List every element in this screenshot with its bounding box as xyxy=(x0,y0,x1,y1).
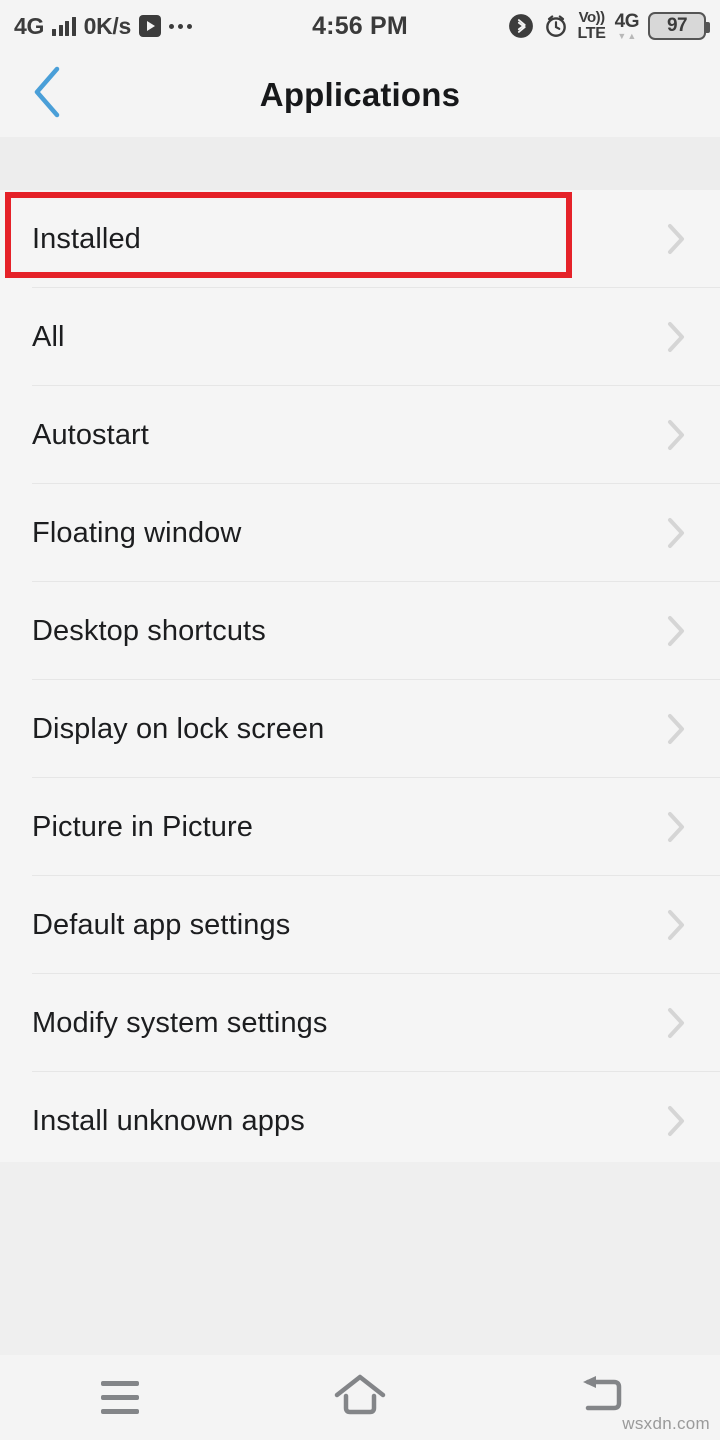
list-item-label: Picture in Picture xyxy=(32,810,253,843)
system-navigation-bar xyxy=(0,1355,720,1440)
phone-screen: 4G 0K/s 4:56 PM Vo)) LTE 4G ▼ ▲ 97 Appli… xyxy=(0,0,720,1440)
home-icon xyxy=(332,1372,388,1423)
chevron-right-icon xyxy=(664,1006,688,1040)
data-arrow-down-icon: ▼ xyxy=(617,30,627,41)
chevron-right-icon xyxy=(664,418,688,452)
chevron-right-icon xyxy=(664,1104,688,1138)
signal-bars-icon xyxy=(52,16,76,36)
status-bar-center: 4:56 PM xyxy=(312,12,408,41)
chevron-right-icon xyxy=(664,614,688,648)
list-item-installed[interactable]: Installed xyxy=(0,190,720,288)
list-item-label: Default app settings xyxy=(32,908,291,941)
data-activity-arrows-icon: ▼ ▲ xyxy=(617,30,637,41)
list-item-label: All xyxy=(32,320,65,353)
list-item-label: Display on lock screen xyxy=(32,712,325,745)
list-item-default-app-settings[interactable]: Default app settings xyxy=(0,876,720,974)
battery-icon: 97 xyxy=(648,12,711,40)
recents-button[interactable] xyxy=(0,1355,240,1440)
list-item-label: Desktop shortcuts xyxy=(32,614,266,647)
watermark-label: wsxdn.com xyxy=(622,1414,710,1433)
list-item-label: Installed xyxy=(32,222,141,255)
list-item-all[interactable]: All xyxy=(0,288,720,386)
bluetooth-icon xyxy=(508,13,534,39)
list-item-picture-in-picture[interactable]: Picture in Picture xyxy=(0,778,720,876)
status-bar: 4G 0K/s 4:56 PM Vo)) LTE 4G ▼ ▲ 97 xyxy=(0,0,720,52)
chevron-right-icon xyxy=(664,222,688,256)
battery-level-label: 97 xyxy=(666,15,688,36)
list-item-modify-system-settings[interactable]: Modify system settings xyxy=(0,974,720,1072)
section-spacer-top xyxy=(0,137,720,190)
mobile-network-indicator: 4G ▼ ▲ xyxy=(614,10,640,41)
list-item-autostart[interactable]: Autostart xyxy=(0,386,720,484)
volte-top-label: Vo)) xyxy=(578,9,606,27)
chevron-right-icon xyxy=(664,908,688,942)
list-item-install-unknown-apps[interactable]: Install unknown apps xyxy=(0,1072,720,1170)
network-type-label: 4G xyxy=(14,12,45,39)
list-item-display-on-lock-screen[interactable]: Display on lock screen xyxy=(0,680,720,778)
app-bar: Applications xyxy=(0,52,720,137)
list-item-label: Install unknown apps xyxy=(32,1104,305,1137)
more-dots-icon xyxy=(168,23,192,29)
list-item-label: Modify system settings xyxy=(32,1006,328,1039)
section-spacer-bottom xyxy=(0,1162,720,1355)
play-icon xyxy=(138,15,161,37)
list-item-label: Autostart xyxy=(32,418,149,451)
chevron-right-icon xyxy=(664,320,688,354)
chevron-right-icon xyxy=(664,810,688,844)
list-item-label: Floating window xyxy=(32,516,242,549)
data-arrow-up-icon: ▲ xyxy=(627,30,637,41)
back-return-icon xyxy=(574,1372,626,1423)
clock-label: 4:56 PM xyxy=(312,11,408,40)
volte-bottom-label: LTE xyxy=(577,24,606,42)
status-bar-right: Vo)) LTE 4G ▼ ▲ 97 xyxy=(408,9,711,42)
alarm-clock-icon xyxy=(543,13,569,39)
back-button[interactable] xyxy=(0,52,96,137)
settings-list: Installed All Autostart Floating window xyxy=(0,190,720,1170)
home-button[interactable] xyxy=(240,1355,480,1440)
data-rate-label: 0K/s xyxy=(83,12,132,39)
status-bar-left: 4G 0K/s xyxy=(14,12,312,39)
page-title: Applications xyxy=(259,75,461,113)
back-chevron-icon xyxy=(28,63,68,126)
chevron-right-icon xyxy=(664,516,688,550)
mobile-network-label: 4G xyxy=(614,10,640,32)
volte-icon: Vo)) LTE xyxy=(577,9,606,42)
chevron-right-icon xyxy=(664,712,688,746)
list-item-floating-window[interactable]: Floating window xyxy=(0,484,720,582)
menu-hamburger-icon xyxy=(101,1381,139,1414)
list-item-desktop-shortcuts[interactable]: Desktop shortcuts xyxy=(0,582,720,680)
